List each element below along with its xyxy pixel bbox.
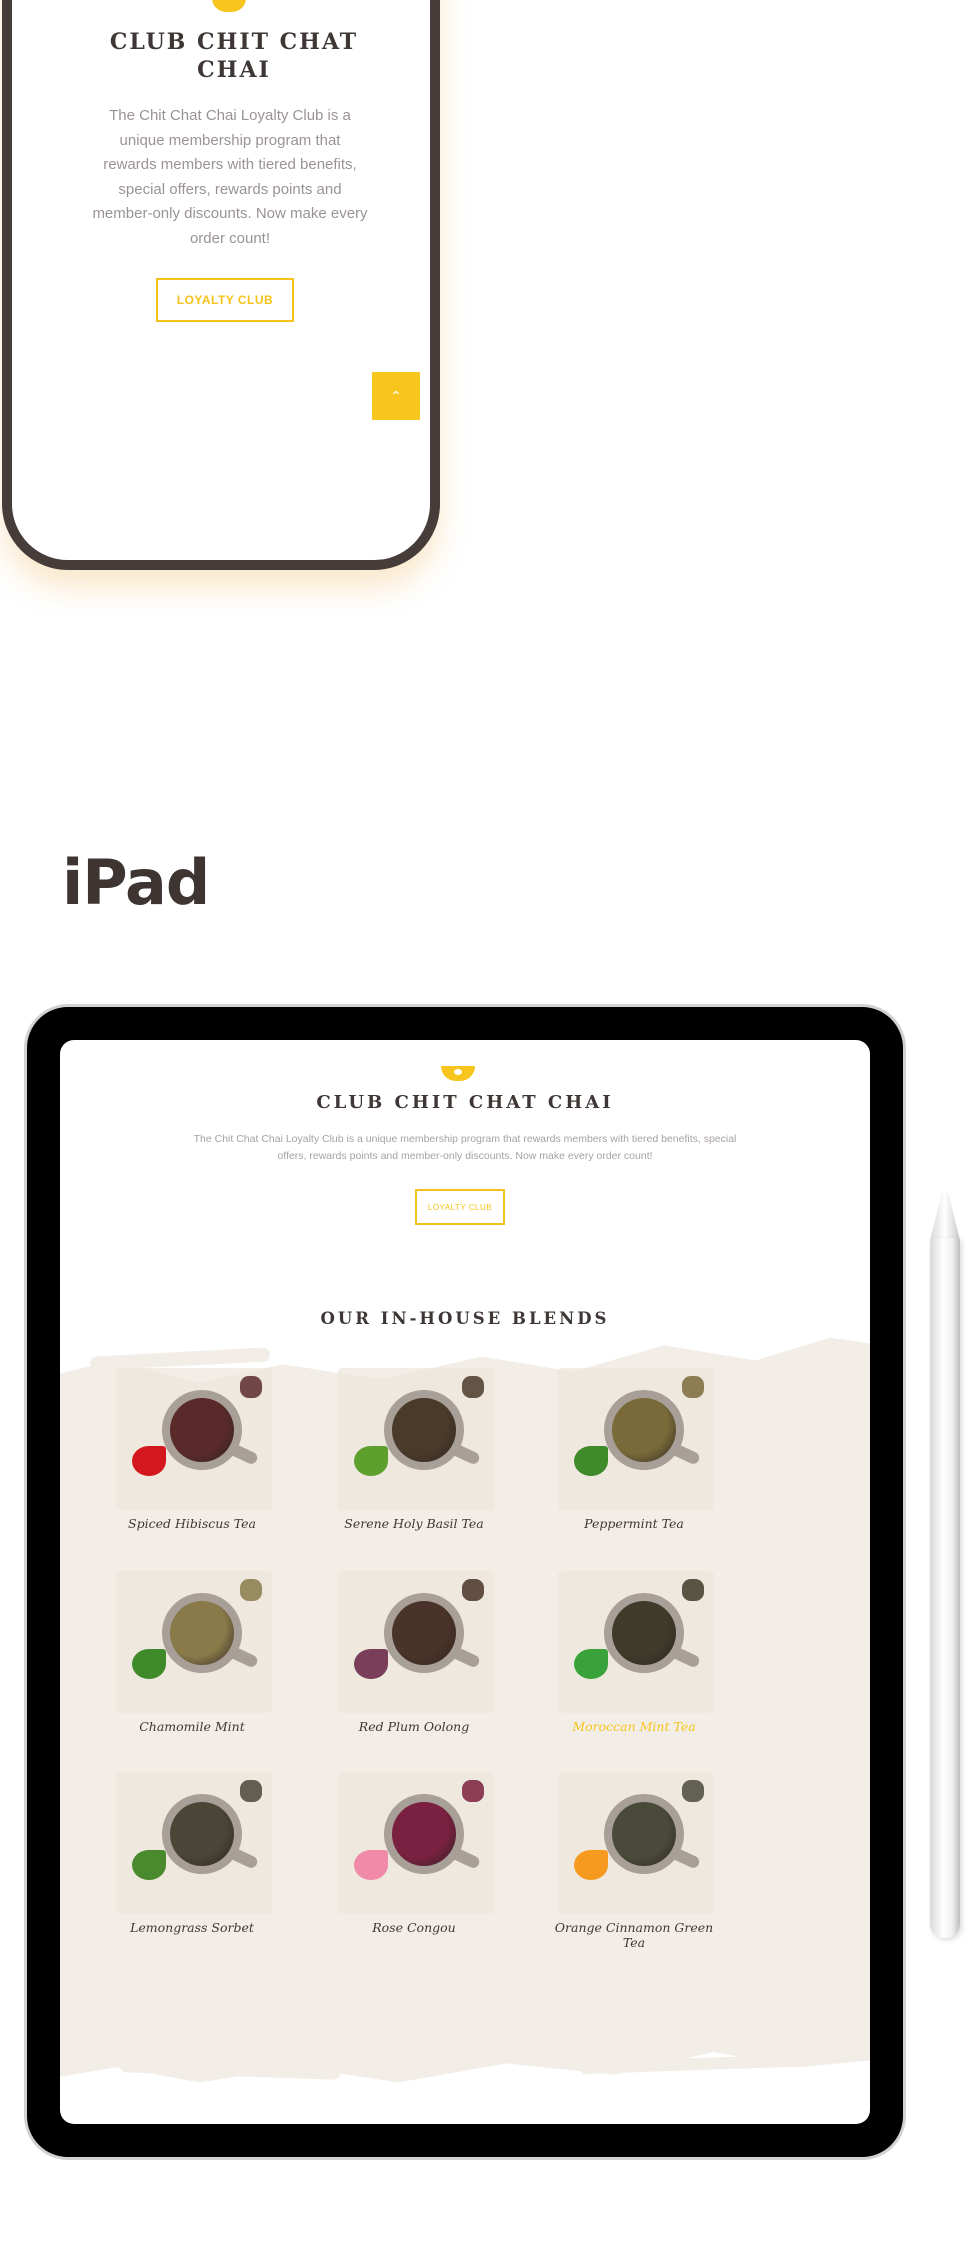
- tea-leaves-icon: [612, 1802, 676, 1866]
- blend-card[interactable]: Spiced Hibiscus Tea: [102, 1366, 282, 1546]
- section-heading: iPad: [62, 846, 210, 919]
- phone-club-description: The Chit Chat Chai Loyalty Club is a uni…: [92, 107, 368, 247]
- blend-name[interactable]: Chamomile Mint: [102, 1719, 282, 1734]
- tea-bowl-icon: [384, 1593, 464, 1673]
- blend-name[interactable]: Serene Holy Basil Tea: [324, 1516, 504, 1531]
- chevron-up-icon: ⌃: [390, 387, 402, 404]
- tea-bowl-icon: [162, 1390, 242, 1470]
- apple-pencil: [930, 1238, 960, 1938]
- ingredient-garnish-icon: [574, 1446, 608, 1476]
- blend-card[interactable]: Serene Holy Basil Tea: [324, 1366, 504, 1546]
- ipad-mockup: CLUB CHIT CHAT CHAI The Chit Chat Chai L…: [24, 1004, 906, 2160]
- ingredient-garnish-icon: [574, 1649, 608, 1679]
- blend-card[interactable]: Lemongrass Sorbet: [102, 1770, 282, 1950]
- tea-bowl-icon: [384, 1390, 464, 1470]
- ingredient-garnish-icon: [574, 1850, 608, 1880]
- tea-leaves-icon: [392, 1398, 456, 1462]
- ingredient-garnish-icon: [354, 1446, 388, 1476]
- ingredient-spice-icon: [682, 1376, 704, 1398]
- ingredient-garnish-icon: [132, 1850, 166, 1880]
- tea-leaves-icon: [612, 1398, 676, 1462]
- blend-card[interactable]: Moroccan Mint Tea: [544, 1569, 724, 1749]
- club-title: CLUB CHIT CHAT CHAI: [316, 1092, 614, 1113]
- tea-bowl-icon: [384, 1794, 464, 1874]
- ingredient-spice-icon: [682, 1780, 704, 1802]
- tea-leaves-icon: [392, 1601, 456, 1665]
- tea-leaves-icon: [392, 1802, 456, 1866]
- blend-card[interactable]: Peppermint Tea: [544, 1366, 724, 1546]
- tea-bowl-icon: [162, 1593, 242, 1673]
- blend-card[interactable]: Chamomile Mint: [102, 1569, 282, 1749]
- ingredient-garnish-icon: [354, 1850, 388, 1880]
- blend-name[interactable]: Lemongrass Sorbet: [102, 1920, 282, 1935]
- club-description: The Chit Chat Chai Loyalty Club is a uni…: [193, 1133, 737, 1162]
- ingredient-garnish-icon: [132, 1446, 166, 1476]
- tea-leaves-icon: [170, 1398, 234, 1462]
- tea-leaves-icon: [612, 1601, 676, 1665]
- ingredient-spice-icon: [240, 1376, 262, 1398]
- blend-card[interactable]: Orange Cinnamon Green Tea: [544, 1770, 724, 1950]
- apple-pencil-tip: [930, 1192, 960, 1240]
- phone-mockup: CLUB CHIT CHAT CHAI The Chit Chat Chai L…: [2, 0, 440, 570]
- blend-card[interactable]: Rose Congou: [324, 1770, 504, 1950]
- blend-name[interactable]: Rose Congou: [324, 1920, 504, 1935]
- tea-leaves-icon: [170, 1601, 234, 1665]
- tea-leaves-icon: [170, 1802, 234, 1866]
- ingredient-spice-icon: [462, 1376, 484, 1398]
- tea-bowl-icon: [604, 1794, 684, 1874]
- teacup-logo-icon: [212, 0, 246, 12]
- ingredient-spice-icon: [240, 1780, 262, 1802]
- blend-card[interactable]: Red Plum Oolong: [324, 1569, 504, 1749]
- scroll-to-top-button[interactable]: ⌃: [372, 372, 420, 420]
- phone-loyalty-club-button[interactable]: LOYALTY CLUB: [156, 278, 294, 322]
- blend-name[interactable]: Moroccan Mint Tea: [544, 1719, 724, 1734]
- blend-name[interactable]: Red Plum Oolong: [324, 1719, 504, 1734]
- blends-heading: OUR IN-HOUSE BLENDS: [320, 1309, 610, 1328]
- tea-bowl-icon: [162, 1794, 242, 1874]
- tea-bowl-icon: [604, 1593, 684, 1673]
- ingredient-spice-icon: [462, 1579, 484, 1601]
- ingredient-spice-icon: [462, 1780, 484, 1802]
- blend-name[interactable]: Spiced Hibiscus Tea: [102, 1516, 282, 1531]
- ipad-screen: CLUB CHIT CHAT CHAI The Chit Chat Chai L…: [60, 1040, 870, 2124]
- tea-bowl-icon: [604, 1390, 684, 1470]
- phone-club-title: CLUB CHIT CHAT CHAI: [109, 29, 359, 83]
- ingredient-spice-icon: [240, 1579, 262, 1601]
- loyalty-club-button[interactable]: LOYALTY CLUB: [415, 1189, 505, 1225]
- ingredient-garnish-icon: [354, 1649, 388, 1679]
- blend-name[interactable]: Orange Cinnamon Green Tea: [544, 1920, 724, 1950]
- teacup-logo-icon: [441, 1066, 475, 1081]
- ingredient-spice-icon: [682, 1579, 704, 1601]
- blend-name[interactable]: Peppermint Tea: [544, 1516, 724, 1531]
- ingredient-garnish-icon: [132, 1649, 166, 1679]
